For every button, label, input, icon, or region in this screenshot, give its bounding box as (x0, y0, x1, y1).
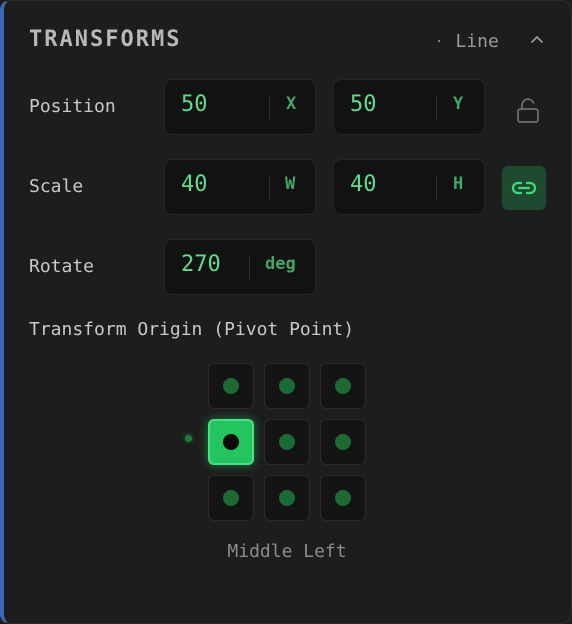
link-icon (511, 181, 537, 195)
divider (436, 175, 437, 201)
unlocked-padlock-icon[interactable] (514, 96, 542, 124)
pivot-top-right[interactable] (320, 363, 366, 409)
selected-pivot-label: Middle Left (227, 541, 347, 562)
scale-label: Scale (29, 176, 84, 197)
scale-h-value[interactable]: 40 (350, 172, 377, 197)
scale-h-field[interactable]: 40 H (333, 159, 485, 215)
pivot-dot (335, 378, 351, 394)
pivot-dot (223, 378, 239, 394)
pivot-dot (279, 490, 295, 506)
divider (436, 95, 437, 121)
divider (269, 175, 270, 201)
position-y-value[interactable]: 50 (350, 92, 377, 117)
transform-origin-label: Transform Origin (Pivot Point) (29, 319, 355, 340)
chevron-up-icon[interactable] (528, 30, 546, 50)
position-y-field[interactable]: 50 Y (333, 79, 485, 135)
pivot-bottom-left[interactable] (208, 475, 254, 521)
pivot-dot (223, 434, 239, 450)
pivot-bottom-right[interactable] (320, 475, 366, 521)
pivot-dot (223, 490, 239, 506)
transforms-panel: TRANSFORMS · Line Position 50 X 50 Y Sca… (0, 0, 572, 624)
position-x-unit: X (286, 94, 297, 114)
divider (249, 255, 250, 281)
pivot-dot (279, 378, 295, 394)
selected-side-indicator (185, 435, 192, 442)
scale-h-unit: H (453, 174, 464, 194)
rotate-field[interactable]: 270 deg (164, 239, 316, 295)
separator-dot: · (435, 33, 444, 50)
pivot-middle-center[interactable] (264, 419, 310, 465)
panel-subtitle: · Line (435, 31, 499, 52)
rotate-unit: deg (265, 254, 296, 274)
rotate-label: Rotate (29, 256, 95, 277)
pivot-top-center[interactable] (264, 363, 310, 409)
pivot-dot (279, 434, 295, 450)
divider (269, 95, 270, 121)
position-label: Position (29, 96, 116, 117)
link-aspect-button[interactable] (502, 166, 546, 210)
scale-w-value[interactable]: 40 (181, 172, 208, 197)
pivot-top-left[interactable] (208, 363, 254, 409)
pivot-dot (335, 490, 351, 506)
pivot-dot (335, 434, 351, 450)
rotate-value[interactable]: 270 (181, 252, 221, 277)
scale-w-unit: W (285, 174, 296, 194)
scale-w-field[interactable]: 40 W (164, 159, 316, 215)
position-y-unit: Y (453, 94, 464, 114)
pivot-bottom-center[interactable] (264, 475, 310, 521)
position-x-field[interactable]: 50 X (164, 79, 316, 135)
pivot-middle-right[interactable] (320, 419, 366, 465)
pivot-middle-left[interactable] (208, 419, 254, 465)
element-type-label: Line (455, 31, 499, 52)
panel-title: TRANSFORMS (29, 27, 182, 52)
position-x-value[interactable]: 50 (181, 92, 208, 117)
